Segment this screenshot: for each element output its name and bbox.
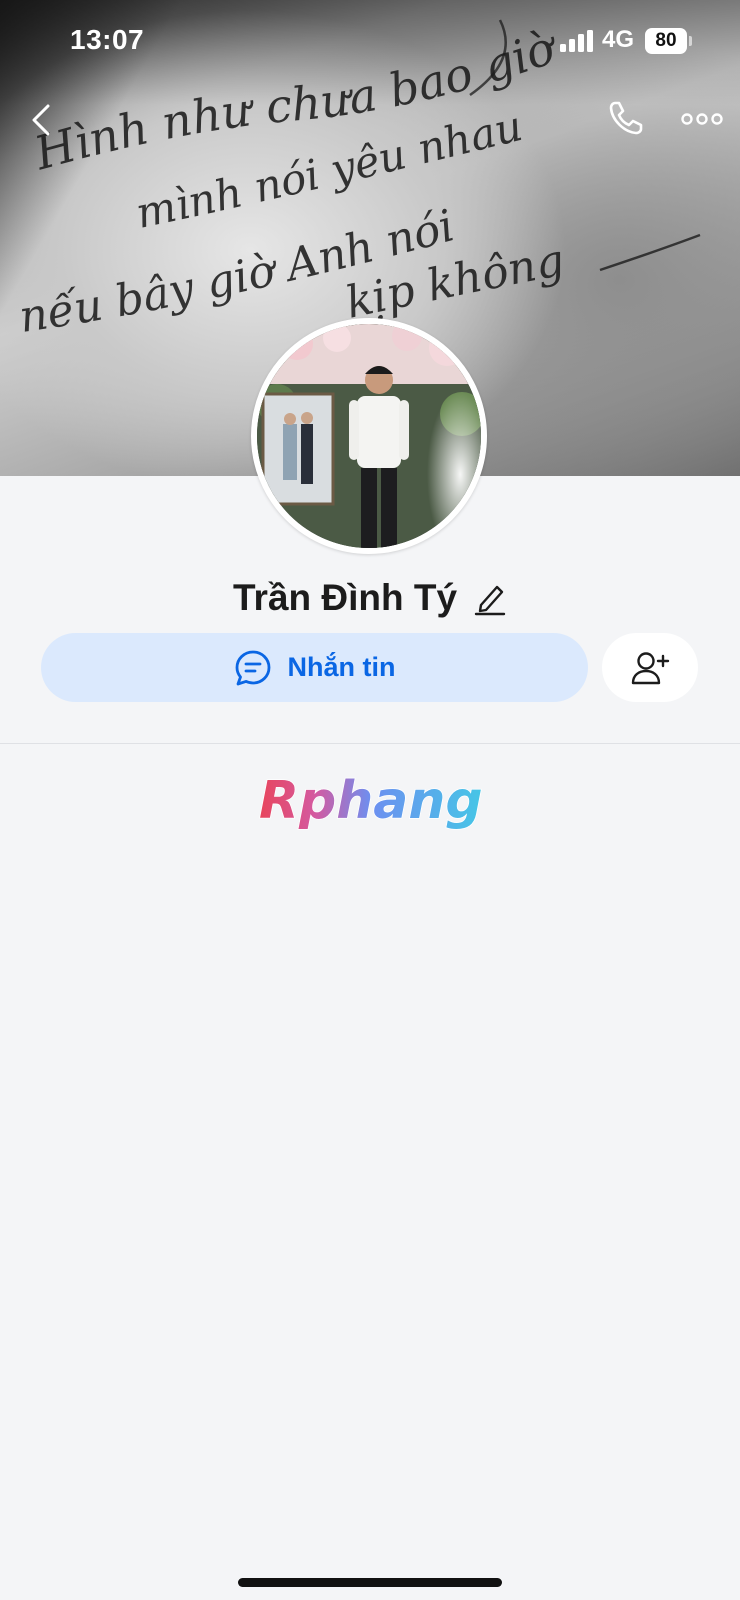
watermark-text: Rphang	[259, 771, 483, 831]
message-button[interactable]: Nhắn tin	[41, 633, 588, 702]
more-dots-icon[interactable]	[680, 104, 724, 134]
avatar-photo	[257, 324, 481, 548]
profile-name: Trần Đình Tý	[232, 577, 458, 618]
message-button-label: Nhắn tin	[287, 652, 396, 682]
pencil-icon[interactable]	[473, 580, 507, 616]
add-user-icon	[631, 651, 670, 684]
battery-icon: 80	[645, 28, 687, 54]
phone-icon[interactable]	[606, 98, 646, 138]
add-friend-button[interactable]	[602, 633, 698, 702]
divider	[0, 743, 740, 744]
battery-tip	[689, 36, 692, 46]
network-label: 4G	[602, 26, 635, 53]
home-indicator[interactable]	[238, 1578, 502, 1587]
avatar[interactable]	[251, 318, 487, 554]
status-time: 13:07	[70, 24, 145, 55]
signal-icon	[560, 30, 593, 52]
profile-name-row: Trần Đình Tý	[0, 570, 740, 626]
chevron-left-icon[interactable]	[24, 100, 60, 140]
watermark-logo: Rphang	[258, 770, 483, 832]
chat-bubble-icon	[235, 650, 270, 685]
status-bar: 13:07 4G 80	[0, 0, 740, 84]
